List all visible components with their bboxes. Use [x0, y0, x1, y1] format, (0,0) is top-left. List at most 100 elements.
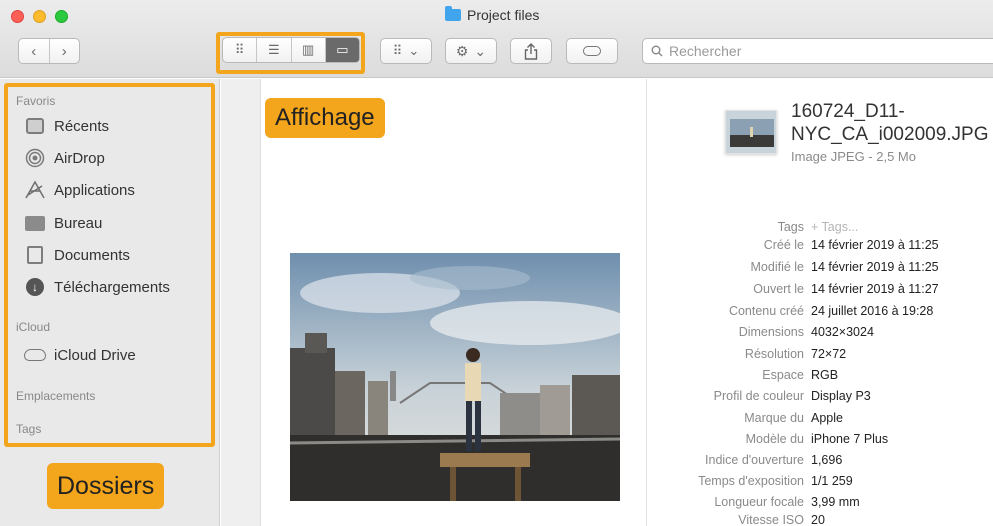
metadata-row: Ouvert le 14 février 2019 à 11:27 [648, 282, 993, 302]
desktop-icon [24, 215, 46, 231]
chevron-down-icon: ⌄ [474, 42, 487, 59]
metadata-key: Résolution [744, 347, 804, 361]
view-annotation-label: Affichage [265, 98, 385, 138]
metadata-row: Marque du Apple [648, 411, 993, 431]
window-title-text: Project files [467, 7, 540, 23]
metadata-value: 4032×3024 [811, 325, 874, 339]
gear-icon: ⚙ [455, 42, 469, 59]
metadata-key: Marque du [744, 411, 804, 425]
sidebar-item-downloads[interactable]: ↓ Téléchargements [24, 275, 170, 299]
metadata-key: Créé le [763, 238, 804, 252]
sidebar-item-label: AirDrop [54, 149, 105, 167]
window-title: Project files [445, 6, 539, 24]
applications-icon [24, 180, 46, 200]
group-by-button[interactable]: ⠿ ⌄ [380, 38, 432, 64]
metadata-row: Longueur focale 3,99 mm [648, 495, 993, 515]
metadata-row: Modèle du iPhone 7 Plus [648, 432, 993, 452]
downloads-icon: ↓ [24, 278, 46, 296]
sidebar-item-applications[interactable]: Applications [24, 178, 135, 202]
metadata-key: Profil de couleur [713, 389, 804, 403]
close-window-button[interactable] [11, 10, 24, 23]
sidebar-heading-icloud: iCloud [16, 320, 51, 334]
sidebar-item-desktop[interactable]: Bureau [24, 211, 102, 235]
recents-icon [24, 118, 46, 134]
zoom-window-button[interactable] [55, 10, 68, 23]
metadata-row: Résolution 72×72 [648, 347, 993, 367]
metadata-value: 1,696 [811, 453, 843, 467]
metadata-row: Contenu créé 24 juillet 2016 à 19:28 [648, 304, 993, 324]
metadata-value: 14 février 2019 à 11:25 [811, 238, 939, 252]
tag-button[interactable] [566, 38, 618, 64]
metadata-row: Dimensions 4032×3024 [648, 325, 993, 345]
metadata-key: Tags [777, 220, 804, 234]
sidebar-item-label: Téléchargements [54, 278, 170, 296]
sidebar-item-airdrop[interactable]: AirDrop [24, 146, 105, 170]
metadata-value: RGB [811, 368, 839, 382]
metadata-row: Vitesse ISO 20 [648, 513, 993, 526]
tag-icon [583, 46, 601, 56]
metadata-key: Dimensions [738, 325, 804, 339]
metadata-key: Ouvert le [753, 282, 804, 296]
metadata-row: Profil de couleur Display P3 [648, 389, 993, 409]
chevron-right-icon[interactable]: › [50, 43, 80, 60]
metadata-key: Longueur focale [714, 495, 804, 509]
metadata-row: Créé le 14 février 2019 à 11:25 [648, 238, 993, 258]
search-input[interactable] [669, 43, 969, 59]
sidebar-heading-favorites: Favoris [16, 94, 56, 108]
metadata-key: Vitesse ISO [738, 513, 804, 526]
scroll-gutter [221, 79, 261, 526]
sidebar-item-documents[interactable]: Documents [24, 243, 130, 267]
grid-icon: ⠿ [392, 43, 403, 58]
view-controls-highlight [216, 32, 365, 74]
metadata-key: Temps d'exposition [698, 474, 804, 488]
preview-image[interactable] [290, 253, 620, 501]
metadata-key: Indice d'ouverture [705, 453, 804, 467]
file-thumbnail [725, 110, 777, 154]
metadata-value: 1/1 259 [811, 474, 853, 488]
metadata-row: Espace RGB [648, 368, 993, 388]
metadata-value: 20 [811, 513, 825, 526]
chevron-left-icon[interactable]: ‹ [19, 43, 49, 60]
folders-annotation-label: Dossiers [47, 463, 165, 509]
metadata-key: Modèle du [745, 432, 804, 446]
sidebar-item-label: Bureau [54, 214, 103, 232]
thumbnail-graphic [726, 111, 776, 153]
sidebar-item-label: Applications [54, 181, 135, 199]
folder-icon [445, 6, 461, 21]
search-icon [651, 45, 663, 57]
search-field[interactable] [642, 38, 993, 64]
sidebar-item-icloud-drive[interactable]: iCloud Drive [24, 343, 136, 367]
share-button[interactable] [510, 38, 552, 64]
finder-window: Project files ‹ › ⠿ ☰ ▥ ▭ ⠿ ⌄ ⚙ ⌄ Recher… [0, 0, 993, 526]
metadata-value: Display P3 [811, 389, 871, 403]
airdrop-icon [24, 148, 46, 168]
sidebar-item-recents[interactable]: Récents [24, 114, 109, 138]
metadata-value: 72×72 [811, 347, 847, 361]
metadata-value: iPhone 7 Plus [811, 432, 889, 446]
metadata-value: 24 juillet 2016 à 19:28 [811, 304, 934, 318]
metadata-key: Modifié le [750, 260, 805, 274]
metadata-row: Tags + Tags... [648, 220, 993, 240]
metadata-row: Indice d'ouverture 1,696 [648, 453, 993, 473]
back-forward-buttons: ‹ › [18, 38, 80, 64]
file-name: 160724_D11-NYC_CA_i002009.JPG [791, 101, 989, 145]
sidebar-item-label: Récents [54, 117, 110, 135]
sidebar-heading-locations: Emplacements [16, 389, 96, 403]
sidebar-item-label: iCloud Drive [54, 346, 136, 364]
sidebar-heading-tags: Tags [16, 422, 42, 436]
chevron-down-icon: ⌄ [408, 43, 420, 58]
metadata-row: Modifié le 14 février 2019 à 11:25 [648, 260, 993, 280]
share-icon [524, 42, 538, 60]
metadata-value: 3,99 mm [811, 495, 860, 509]
minimize-window-button[interactable] [33, 10, 46, 23]
photo-graphic [290, 253, 620, 501]
metadata-value: 14 février 2019 à 11:25 [811, 260, 939, 274]
documents-icon [24, 246, 46, 264]
metadata-row: Temps d'exposition 1/1 259 [648, 474, 993, 494]
action-menu-button[interactable]: ⚙ ⌄ [445, 38, 497, 64]
add-tags-field[interactable]: + Tags... [811, 220, 858, 240]
toolbar: Project files ‹ › ⠿ ☰ ▥ ▭ ⠿ ⌄ ⚙ ⌄ [0, 0, 993, 78]
metadata-value: 14 février 2019 à 11:27 [811, 282, 939, 296]
metadata-key: Contenu créé [728, 304, 804, 318]
metadata-value: Apple [811, 411, 843, 425]
